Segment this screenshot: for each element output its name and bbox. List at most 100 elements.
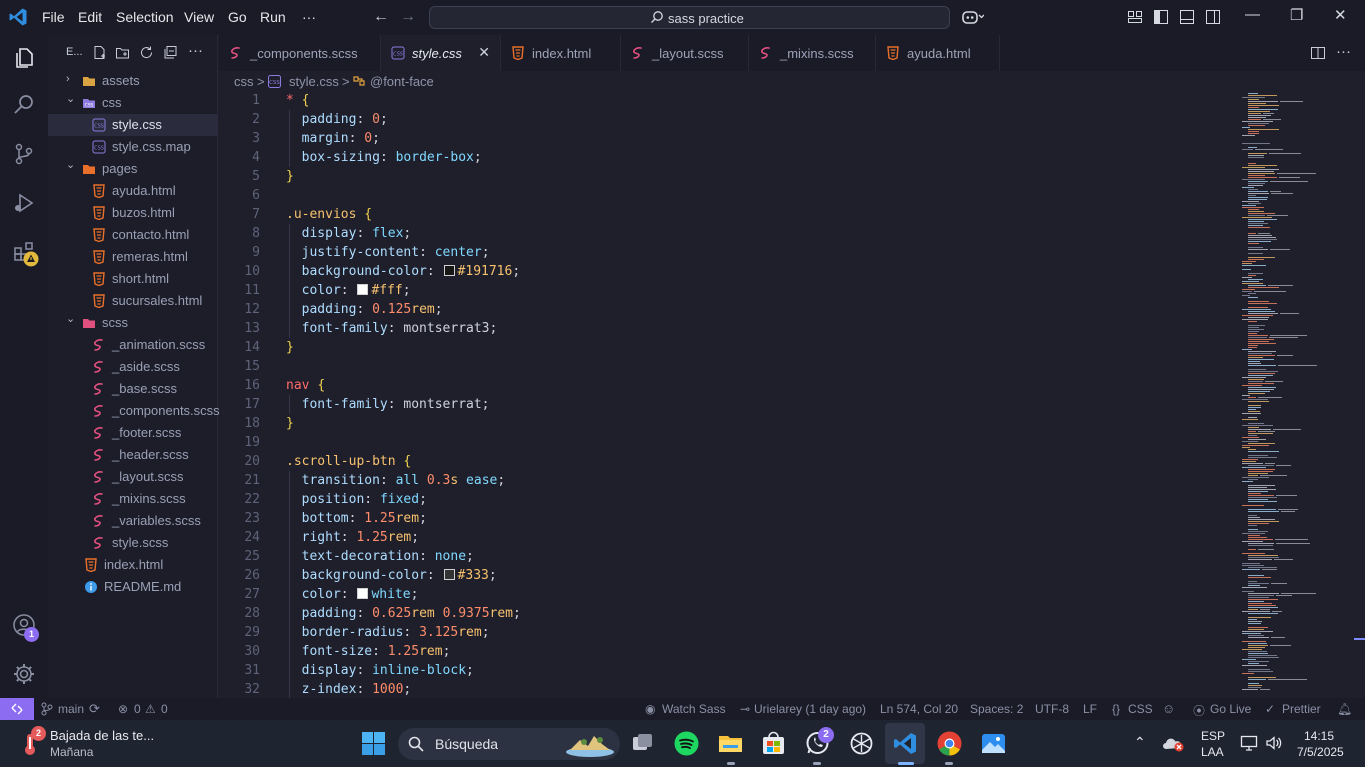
file-explorer-icon[interactable] bbox=[718, 731, 743, 756]
menu-view[interactable]: View bbox=[184, 9, 214, 25]
tree-item[interactable]: index.html bbox=[48, 554, 218, 576]
tree-item[interactable]: sucursales.html bbox=[48, 290, 218, 312]
close-tab-icon[interactable]: ✕ bbox=[478, 44, 490, 61]
tree-item[interactable]: _animation.scss bbox=[48, 334, 218, 356]
tree-item[interactable]: contacto.html bbox=[48, 224, 218, 246]
restore-icon[interactable]: ❐ bbox=[1290, 6, 1303, 24]
keyboard-layout[interactable]: LAA bbox=[1201, 745, 1224, 759]
tree-item[interactable]: _base.scss bbox=[48, 378, 218, 400]
explorer-icon[interactable] bbox=[12, 46, 36, 70]
editor-tab[interactable]: CSS style.css ✕ bbox=[381, 35, 501, 71]
back-arrow-icon[interactable]: ← bbox=[373, 8, 389, 26]
indentation[interactable]: Spaces: 2 bbox=[970, 702, 1023, 716]
clock-date[interactable]: 7/5/2025 bbox=[1297, 745, 1344, 759]
show-hidden-icons-chevron-icon[interactable]: ⌃ bbox=[1134, 734, 1146, 751]
tree-item[interactable]: README.md bbox=[48, 576, 218, 598]
tree-item[interactable]: CSS style.css.map bbox=[48, 136, 218, 158]
task-view-icon[interactable] bbox=[630, 731, 655, 756]
go-live-button[interactable]: Go Live bbox=[1210, 702, 1251, 716]
toggle-primary-sidebar-icon[interactable] bbox=[1153, 9, 1169, 25]
photos-icon[interactable] bbox=[981, 731, 1006, 756]
new-folder-icon[interactable] bbox=[115, 45, 130, 60]
menu-edit[interactable]: Edit bbox=[78, 9, 102, 25]
tree-item[interactable]: ⌄ pages bbox=[48, 158, 218, 180]
menu-more[interactable]: ··· bbox=[302, 9, 316, 25]
color-swatch[interactable] bbox=[357, 284, 369, 295]
forward-arrow-icon[interactable]: → bbox=[400, 8, 416, 26]
new-file-icon[interactable] bbox=[92, 45, 107, 60]
git-blame[interactable]: Urielarey (1 day ago) bbox=[754, 702, 866, 716]
end-of-line[interactable]: LF bbox=[1083, 702, 1097, 716]
source-control-icon[interactable] bbox=[12, 142, 36, 166]
chevron-down-icon[interactable]: ⌄ bbox=[66, 92, 75, 105]
customize-layout-icon[interactable] bbox=[1127, 9, 1143, 25]
split-editor-icon[interactable] bbox=[1310, 45, 1326, 61]
tree-item[interactable]: ayuda.html bbox=[48, 180, 218, 202]
tree-item[interactable]: style.scss bbox=[48, 532, 218, 554]
chevron-down-icon[interactable]: ⌄ bbox=[66, 158, 75, 171]
tree-item[interactable]: _layout.scss bbox=[48, 466, 218, 488]
chevron-down-icon[interactable]: ⌄ bbox=[66, 312, 75, 325]
tree-item[interactable]: CSS style.css bbox=[48, 114, 218, 136]
menu-go[interactable]: Go bbox=[228, 9, 247, 25]
run-debug-icon[interactable] bbox=[12, 191, 36, 215]
keyboard-language[interactable]: ESP bbox=[1201, 729, 1225, 743]
editor-tab[interactable]: ayuda.html bbox=[876, 35, 1000, 71]
color-swatch[interactable] bbox=[357, 588, 369, 599]
manage-gear-icon[interactable] bbox=[12, 662, 36, 686]
prettier-button[interactable]: Prettier bbox=[1282, 702, 1321, 716]
volume-icon[interactable] bbox=[1265, 735, 1283, 751]
tree-item[interactable]: › assets bbox=[48, 70, 218, 92]
onedrive-error-icon[interactable] bbox=[1163, 736, 1185, 752]
breadcrumb-file[interactable]: style.css bbox=[289, 74, 339, 89]
spotify-icon[interactable] bbox=[674, 731, 699, 756]
breadcrumb-folder[interactable]: css bbox=[234, 74, 254, 89]
editor-tab[interactable]: _mixins.scss bbox=[749, 35, 876, 71]
tree-item[interactable]: _mixins.scss bbox=[48, 488, 218, 510]
copilot-status-icon[interactable]: ☺ bbox=[1162, 701, 1175, 716]
watch-sass-button[interactable]: Watch Sass bbox=[662, 702, 726, 716]
tree-item[interactable]: buzos.html bbox=[48, 202, 218, 224]
sync-icon[interactable]: ⟳ bbox=[89, 701, 100, 717]
editor-more-icon[interactable]: ··· bbox=[1336, 43, 1351, 60]
cursor-position[interactable]: Ln 574, Col 20 bbox=[880, 702, 958, 716]
copilot-icon[interactable] bbox=[962, 9, 984, 25]
menu-selection[interactable]: Selection bbox=[116, 9, 174, 25]
editor-tab[interactable]: _layout.scss bbox=[621, 35, 749, 71]
microsoft-store-icon[interactable] bbox=[761, 731, 786, 756]
color-swatch[interactable] bbox=[443, 569, 455, 580]
tree-item[interactable]: _header.scss bbox=[48, 444, 218, 466]
menu-file[interactable]: File bbox=[42, 9, 65, 25]
notifications-bell-icon[interactable]: 🔔︎ bbox=[1337, 702, 1352, 716]
remote-indicator[interactable] bbox=[0, 698, 34, 720]
refresh-explorer-icon[interactable] bbox=[139, 45, 154, 60]
tree-item[interactable]: ⌄ scss bbox=[48, 312, 218, 334]
toggle-secondary-sidebar-icon[interactable] bbox=[1205, 9, 1221, 25]
chrome-icon[interactable] bbox=[937, 731, 962, 756]
minimize-icon[interactable]: — bbox=[1245, 6, 1260, 23]
editor-tab[interactable]: index.html bbox=[501, 35, 621, 71]
tree-item[interactable]: _variables.scss bbox=[48, 510, 218, 532]
collapse-folders-icon[interactable] bbox=[163, 45, 178, 60]
menu-run[interactable]: Run bbox=[260, 9, 286, 25]
tree-item[interactable]: remeras.html bbox=[48, 246, 218, 268]
chevron-right-icon[interactable]: › bbox=[66, 73, 70, 85]
tree-item[interactable]: ⌄ CSS css bbox=[48, 92, 218, 114]
editor-tab[interactable]: _components.scss bbox=[219, 35, 381, 71]
tree-item[interactable]: _components.scss bbox=[48, 400, 220, 422]
windows-start-icon[interactable] bbox=[361, 731, 386, 756]
tree-item[interactable]: short.html bbox=[48, 268, 218, 290]
breadcrumb-symbol[interactable]: @font-face bbox=[370, 74, 434, 89]
language-mode[interactable]: CSS bbox=[1128, 702, 1153, 716]
vscode-taskbar-icon[interactable] bbox=[893, 731, 918, 756]
search-sidebar-icon[interactable] bbox=[12, 93, 36, 117]
weather-title[interactable]: Bajada de las te... bbox=[50, 728, 154, 743]
minimap[interactable] bbox=[1240, 91, 1345, 698]
chatgpt-icon[interactable] bbox=[849, 731, 874, 756]
tree-item[interactable]: _footer.scss bbox=[48, 422, 218, 444]
toggle-panel-icon[interactable] bbox=[1179, 9, 1195, 25]
color-swatch[interactable] bbox=[443, 265, 455, 276]
error-icon[interactable]: ⊗ bbox=[118, 702, 128, 716]
network-icon[interactable] bbox=[1240, 735, 1258, 751]
taskbar-search[interactable]: Búsqueda bbox=[398, 728, 620, 760]
